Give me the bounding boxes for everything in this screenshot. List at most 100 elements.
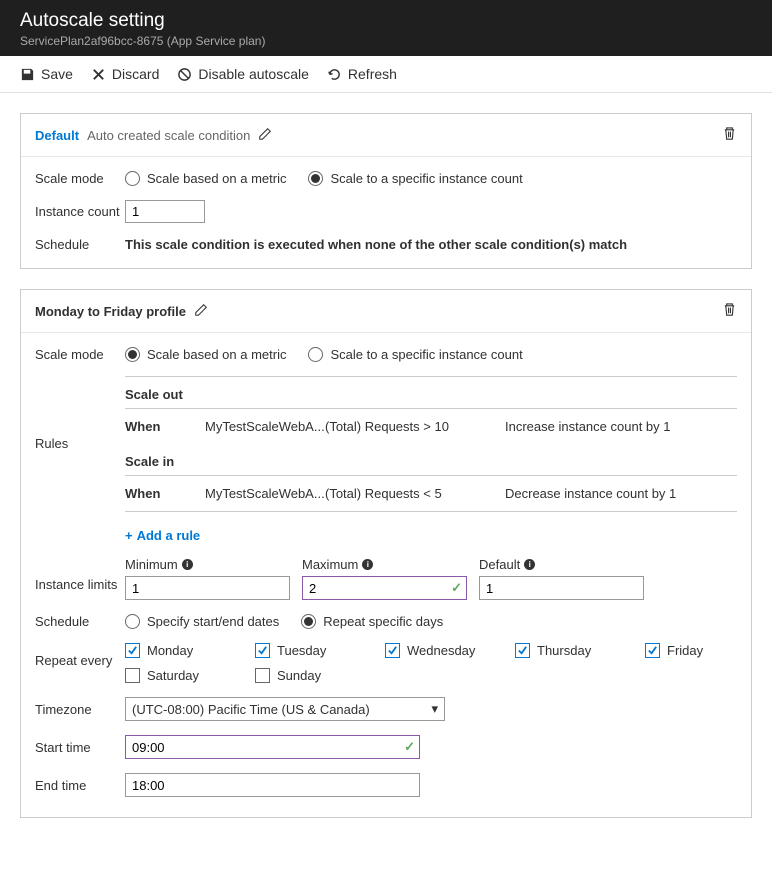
radio-icon xyxy=(125,171,140,186)
instance-count-label: Instance count xyxy=(35,204,125,219)
rule-when-label: When xyxy=(125,486,205,501)
radio-icon xyxy=(301,614,316,629)
add-rule-label: Add a rule xyxy=(137,528,201,543)
scale-out-rule[interactable]: When MyTestScaleWebA... (Total) Requests… xyxy=(125,409,737,444)
scale-mode-label: Scale mode xyxy=(35,347,125,362)
radio-icon xyxy=(125,347,140,362)
default-panel-subtitle: Auto created scale condition xyxy=(87,128,250,143)
default-label: Default i xyxy=(479,557,644,572)
minimum-input[interactable] xyxy=(125,576,290,600)
checkbox-saturday[interactable]: Saturday xyxy=(125,668,245,683)
scale-mode-label: Scale mode xyxy=(35,171,125,186)
profile-panel-header: Monday to Friday profile xyxy=(21,290,751,333)
discard-button[interactable]: Discard xyxy=(91,66,159,82)
radio-repeat-days[interactable]: Repeat specific days xyxy=(301,614,443,629)
save-icon xyxy=(20,67,35,82)
checkbox-icon xyxy=(255,643,270,658)
profile-panel-title: Monday to Friday profile xyxy=(35,304,186,319)
checkbox-tuesday[interactable]: Tuesday xyxy=(255,643,375,658)
maximum-input[interactable] xyxy=(302,576,467,600)
rule-action: Decrease instance count by 1 xyxy=(505,486,737,501)
checkbox-icon xyxy=(125,643,140,658)
radio-metric-label: Scale based on a metric xyxy=(147,347,286,362)
default-scale-panel: Default Auto created scale condition Sca… xyxy=(20,113,752,269)
radio-icon xyxy=(125,614,140,629)
checkbox-monday[interactable]: Monday xyxy=(125,643,245,658)
info-icon[interactable]: i xyxy=(182,559,193,570)
radio-count-label: Scale to a specific instance count xyxy=(330,171,522,186)
page-header: Autoscale setting ServicePlan2af96bcc-86… xyxy=(0,0,772,56)
edit-icon[interactable] xyxy=(258,127,272,144)
checkbox-wednesday[interactable]: Wednesday xyxy=(385,643,505,658)
radio-scale-metric[interactable]: Scale based on a metric xyxy=(125,347,286,362)
max-label: Maximum i xyxy=(302,557,467,572)
refresh-button-label: Refresh xyxy=(348,66,397,82)
default-panel-title: Default xyxy=(35,128,79,143)
timezone-select[interactable]: (UTC-08:00) Pacific Time (US & Canada) ▾ xyxy=(125,697,445,721)
schedule-label: Schedule xyxy=(35,614,125,629)
page-subtitle: ServicePlan2af96bcc-8675 (App Service pl… xyxy=(20,34,752,48)
refresh-icon xyxy=(327,67,342,82)
start-time-input[interactable] xyxy=(125,735,420,759)
radio-scale-count[interactable]: Scale to a specific instance count xyxy=(308,171,522,186)
delete-icon[interactable] xyxy=(722,302,737,320)
radio-scale-count[interactable]: Scale to a specific instance count xyxy=(308,347,522,362)
default-panel-header: Default Auto created scale condition xyxy=(21,114,751,157)
scale-in-header: Scale in xyxy=(125,444,737,476)
end-time-input[interactable] xyxy=(125,773,420,797)
plus-icon: + xyxy=(125,528,133,543)
toolbar: Save Discard Disable autoscale Refresh xyxy=(0,56,772,93)
page-title: Autoscale setting xyxy=(20,10,752,32)
rule-when-label: When xyxy=(125,419,205,434)
instance-count-input[interactable] xyxy=(125,200,205,223)
default-input[interactable] xyxy=(479,576,644,600)
info-icon[interactable]: i xyxy=(524,559,535,570)
instance-limits-label: Instance limits xyxy=(35,557,125,592)
add-rule-button[interactable]: + Add a rule xyxy=(125,512,737,549)
timezone-value: (UTC-08:00) Pacific Time (US & Canada) xyxy=(132,702,370,717)
radio-icon xyxy=(308,171,323,186)
end-time-label: End time xyxy=(35,778,125,793)
min-label: Minimum i xyxy=(125,557,290,572)
save-button[interactable]: Save xyxy=(20,66,73,82)
profile-panel: Monday to Friday profile Scale mode Scal… xyxy=(20,289,752,818)
scale-in-rule[interactable]: When MyTestScaleWebA... (Total) Requests… xyxy=(125,476,737,511)
checkbox-icon xyxy=(255,668,270,683)
checkbox-sunday[interactable]: Sunday xyxy=(255,668,375,683)
days-grid: Monday Tuesday Wednesday Thursday Friday xyxy=(125,643,737,683)
check-icon: ✓ xyxy=(404,739,415,755)
radio-count-label: Scale to a specific instance count xyxy=(330,347,522,362)
timezone-label: Timezone xyxy=(35,702,125,717)
radio-metric-label: Scale based on a metric xyxy=(147,171,286,186)
rules-section: Scale out When MyTestScaleWebA... (Total… xyxy=(125,376,737,549)
repeat-label: Repeat every xyxy=(35,643,125,668)
limits-row: Minimum i Maximum i ✓ xyxy=(125,557,737,600)
checkbox-thursday[interactable]: Thursday xyxy=(515,643,635,658)
scale-out-header: Scale out xyxy=(125,377,737,409)
schedule-text: This scale condition is executed when no… xyxy=(125,237,737,252)
checkbox-label: Sunday xyxy=(277,668,321,683)
checkbox-label: Friday xyxy=(667,643,703,658)
rule-condition: (Total) Requests > 10 xyxy=(325,419,505,434)
radio-repeat-label: Repeat specific days xyxy=(323,614,443,629)
info-icon[interactable]: i xyxy=(362,559,373,570)
start-time-label: Start time xyxy=(35,740,125,755)
disable-autoscale-button[interactable]: Disable autoscale xyxy=(177,66,309,82)
edit-icon[interactable] xyxy=(194,303,208,320)
checkbox-label: Wednesday xyxy=(407,643,475,658)
checkbox-icon xyxy=(385,643,400,658)
delete-icon[interactable] xyxy=(722,126,737,144)
rule-condition: (Total) Requests < 5 xyxy=(325,486,505,501)
default-panel-body: Scale mode Scale based on a metric Scale… xyxy=(21,157,751,268)
radio-scale-metric[interactable]: Scale based on a metric xyxy=(125,171,286,186)
check-icon: ✓ xyxy=(451,580,462,596)
refresh-button[interactable]: Refresh xyxy=(327,66,397,82)
close-icon xyxy=(91,67,106,82)
radio-icon xyxy=(308,347,323,362)
rule-resource: MyTestScaleWebA... xyxy=(205,419,325,434)
radio-specify-dates[interactable]: Specify start/end dates xyxy=(125,614,279,629)
checkbox-label: Thursday xyxy=(537,643,591,658)
profile-panel-body: Scale mode Scale based on a metric Scale… xyxy=(21,333,751,817)
checkbox-friday[interactable]: Friday xyxy=(645,643,725,658)
checkbox-icon xyxy=(125,668,140,683)
